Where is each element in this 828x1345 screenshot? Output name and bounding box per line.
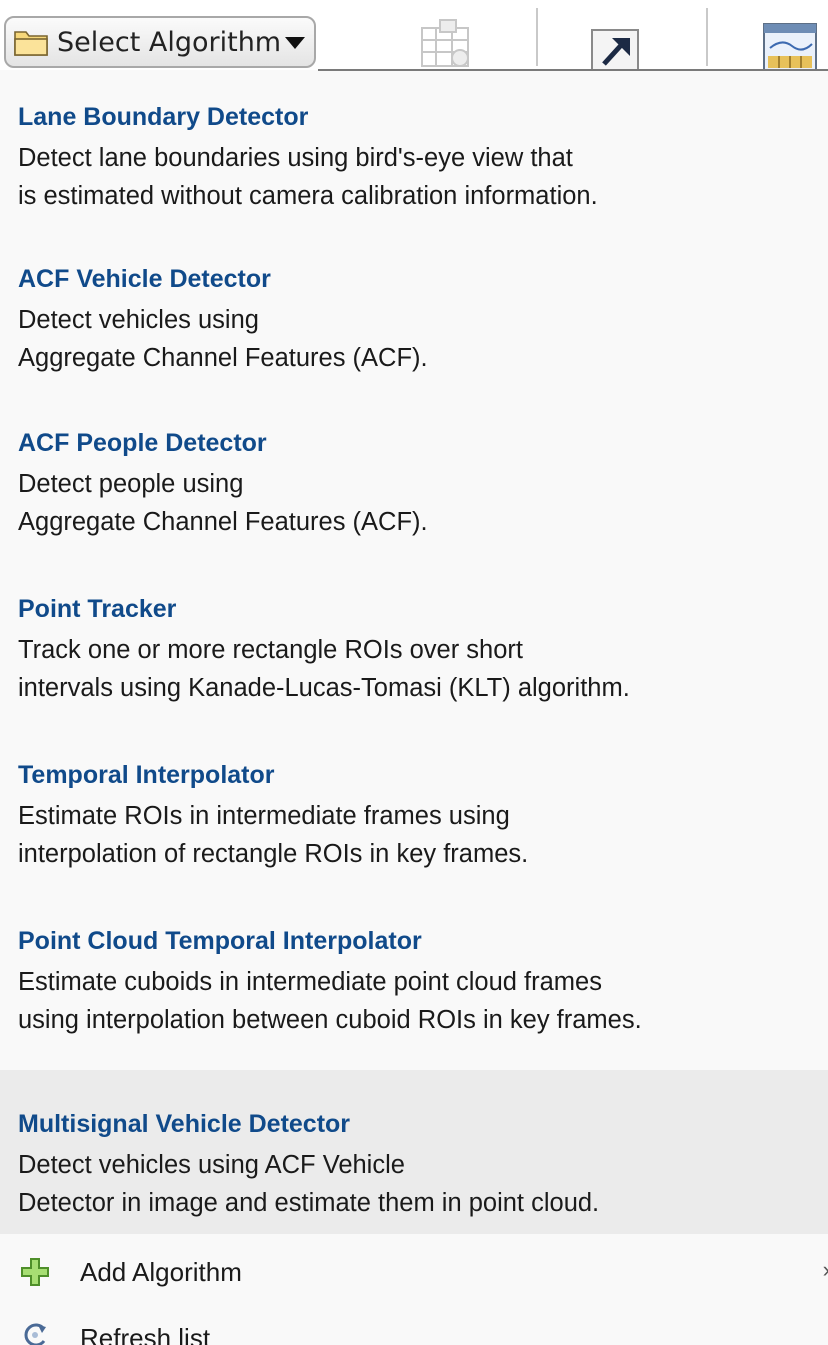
select-algorithm-button[interactable]: Select Algorithm <box>4 16 316 68</box>
algorithm-item-lane-boundary-detector[interactable]: Lane Boundary Detector Detect lane bound… <box>0 81 828 221</box>
submenu-chevron-icon: › <box>823 1257 828 1283</box>
algorithm-description-line: intervals using Kanade-Lucas-Tomasi (KLT… <box>18 674 630 702</box>
algorithm-description-line: Aggregate Channel Features (ACF). <box>18 344 428 372</box>
algorithm-description-line: Aggregate Channel Features (ACF). <box>18 508 428 536</box>
toolbar-separator <box>706 8 708 66</box>
algorithm-description-line: Detector in image and estimate them in p… <box>18 1189 600 1217</box>
algorithm-description-line: Detect people using <box>18 470 244 498</box>
toolbar-separator <box>536 8 538 66</box>
refresh-list-label: Refresh list <box>80 1323 211 1345</box>
algorithm-title: Point Cloud Temporal Interpolator <box>18 927 422 955</box>
algorithm-menu-screen: Select Algorithm Lane Boundary Detector … <box>0 0 828 1345</box>
algorithm-item-acf-people-detector[interactable]: ACF People Detector Detect people using … <box>0 407 828 547</box>
algorithm-description-line: Detect lane boundaries using bird's-eye … <box>18 144 573 172</box>
algorithm-item-temporal-interpolator[interactable]: Temporal Interpolator Estimate ROIs in i… <box>0 741 828 881</box>
view-layout-icon[interactable] <box>762 22 818 70</box>
algorithm-description-line: is estimated without camera calibration … <box>18 182 598 210</box>
algorithm-description-line: Detect vehicles using <box>18 306 259 334</box>
algorithm-description-line: Estimate ROIs in intermediate frames usi… <box>18 802 510 830</box>
algorithm-title: Multisignal Vehicle Detector <box>18 1110 351 1138</box>
algorithm-title: Temporal Interpolator <box>18 761 275 789</box>
algorithm-description-line: interpolation of rectangle ROIs in key f… <box>18 840 529 868</box>
caret-down-icon <box>285 37 306 49</box>
algorithm-dropdown-menu: Lane Boundary Detector Detect lane bound… <box>0 71 828 1345</box>
algorithm-item-multisignal-vehicle-detector[interactable]: Multisignal Vehicle Detector Detect vehi… <box>0 1070 828 1234</box>
algorithm-description-line: Estimate cuboids in intermediate point c… <box>18 968 602 996</box>
automate-icon[interactable] <box>416 18 478 70</box>
refresh-icon <box>24 1323 46 1345</box>
algorithm-item-point-tracker[interactable]: Point Tracker Track one or more rectangl… <box>0 571 828 711</box>
algorithm-description-line: Track one or more rectangle ROIs over sh… <box>18 636 523 664</box>
algorithm-title: Point Tracker <box>18 595 177 623</box>
algorithm-item-point-cloud-temporal-interpolator[interactable]: Point Cloud Temporal Interpolator Estima… <box>0 903 828 1053</box>
select-algorithm-label: Select Algorithm <box>57 26 282 58</box>
algorithm-item-acf-vehicle-detector[interactable]: ACF Vehicle Detector Detect vehicles usi… <box>0 251 828 391</box>
toolbar: Select Algorithm <box>0 0 828 71</box>
algorithm-description-line: Detect vehicles using ACF Vehicle <box>18 1151 405 1179</box>
refresh-list-menu-item[interactable]: Refresh list <box>0 1309 828 1345</box>
algorithm-description-line: using interpolation between cuboid ROIs … <box>18 1006 642 1034</box>
export-arrow-icon[interactable] <box>590 28 640 70</box>
algorithm-title: ACF Vehicle Detector <box>18 265 271 293</box>
algorithm-title: ACF People Detector <box>18 429 267 457</box>
add-plus-icon <box>21 1258 49 1286</box>
add-algorithm-menu-item[interactable]: Add Algorithm › <box>0 1243 828 1303</box>
folder-icon <box>14 31 48 56</box>
algorithm-title: Lane Boundary Detector <box>18 103 309 131</box>
add-algorithm-label: Add Algorithm <box>80 1257 242 1287</box>
